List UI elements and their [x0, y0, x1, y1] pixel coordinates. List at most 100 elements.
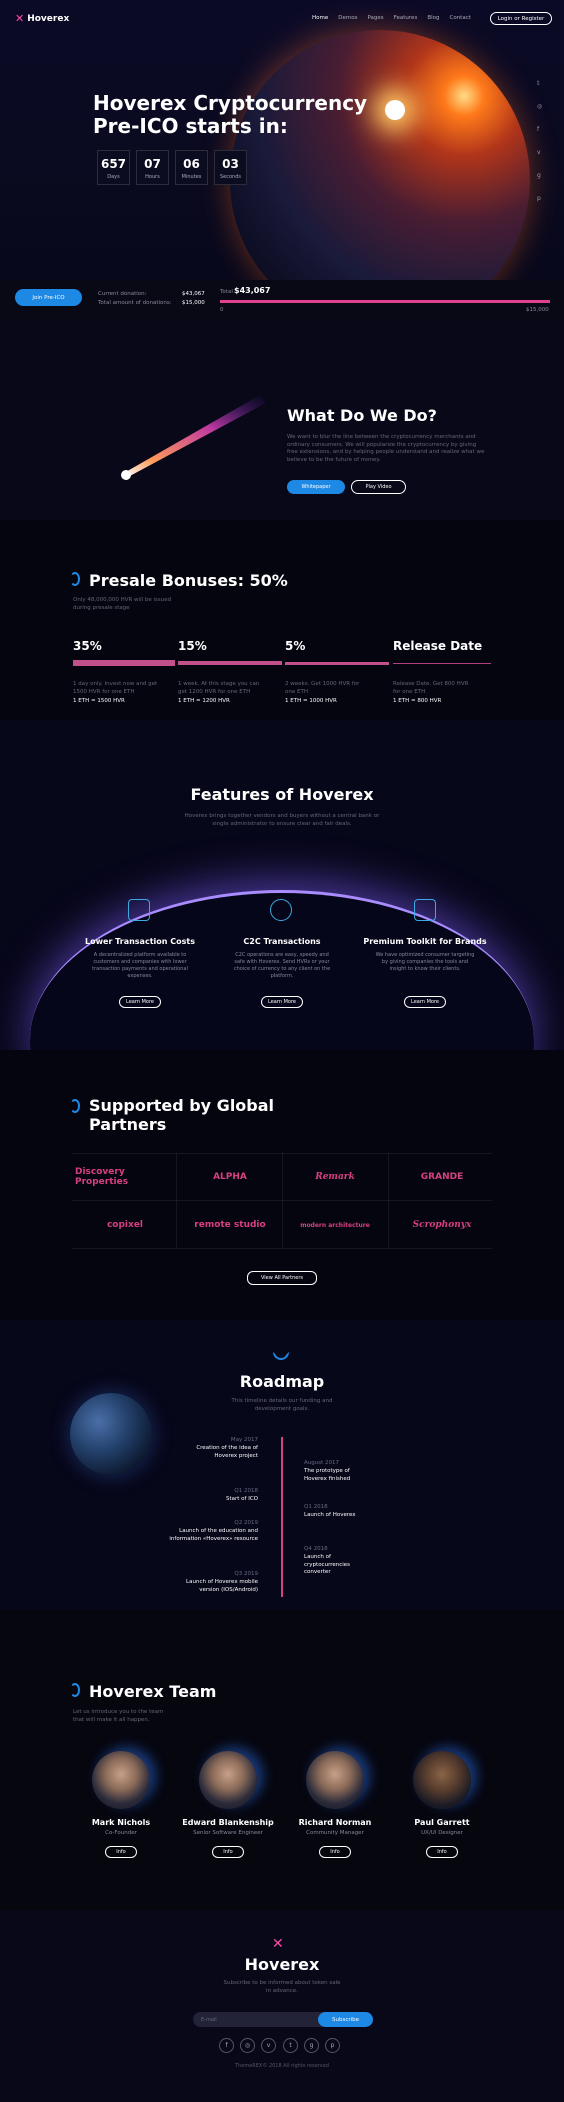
features-subtitle: Hoverex brings together vendors and buye… [184, 813, 380, 827]
twitter-icon[interactable]: t [283, 2038, 298, 2053]
team-member-name: Richard Norman [298, 1818, 372, 1827]
comet-image [121, 395, 266, 480]
avatar [306, 1751, 364, 1809]
main-nav: Home Demos Pages Features Blog Contact [312, 15, 471, 21]
instagram-icon[interactable]: ◎ [240, 2038, 255, 2053]
stage-desc: Release Date. Get 800 HVR for one ETH [393, 681, 469, 695]
presale-subtitle: Only 48,000,000 HVR will be issued durin… [73, 597, 172, 611]
stage-rate: 1 ETH = 1200 HVR [178, 698, 230, 704]
feature-text: We have optimized consumer targeting by … [375, 952, 475, 972]
nav-home[interactable]: Home [312, 15, 328, 21]
instagram-icon[interactable]: ◎ [537, 103, 542, 110]
google-plus-icon[interactable]: g [304, 2038, 319, 2053]
team-title: Hoverex Team [89, 1682, 217, 1701]
logo-icon: ✕ [15, 12, 25, 25]
whitepaper-button[interactable]: Whitepaper [287, 480, 345, 494]
stage-bar [285, 662, 389, 665]
team-info-button[interactable]: Info [426, 1846, 458, 1858]
stage-bar [73, 660, 175, 666]
section-arc-icon [70, 1683, 80, 1697]
team-member-role: Co-Founder [105, 1830, 137, 1836]
nav-pages[interactable]: Pages [367, 15, 383, 21]
roadmap-date: Q2 2019 [234, 1520, 258, 1526]
costs-icon [128, 899, 150, 921]
play-video-button[interactable]: Play Video [351, 480, 406, 494]
stage-pct: 5% [285, 639, 306, 653]
divider [176, 1153, 177, 1248]
facebook-icon[interactable]: f [537, 126, 539, 133]
partner-logo[interactable]: GRANDE [392, 1153, 492, 1201]
section-arc-icon [70, 1099, 80, 1113]
stage-rate: 1 ETH = 1000 HVR [285, 698, 337, 704]
roadmap-subtitle: This timeline details our funding and de… [231, 1398, 333, 1412]
partner-logo[interactable]: remote studio [180, 1201, 280, 1249]
countdown-value: 06 [183, 157, 200, 171]
google-plus-icon[interactable]: g [537, 172, 541, 179]
pinterest-icon[interactable]: p [325, 2038, 340, 2053]
nav-features[interactable]: Features [394, 15, 418, 21]
current-donation-value: $43,067 [182, 291, 205, 297]
countdown-value: 07 [144, 157, 161, 171]
roadmap-text: The prototype of Hoverex finished [304, 1468, 351, 1482]
partner-logo[interactable]: Remark [285, 1153, 385, 1201]
transactions-icon [270, 899, 292, 921]
roadmap-date: Q1 2018 [234, 1488, 258, 1494]
roadmap-date: August 2017 [304, 1460, 339, 1466]
stage-pct: Release Date [393, 639, 483, 653]
roadmap-text: Start of ICO [225, 1496, 258, 1502]
stage-rate: 1 ETH = 800 HVR [393, 698, 442, 704]
feature-title: Lower Transaction Costs [85, 937, 195, 946]
pinterest-icon[interactable]: p [537, 195, 541, 202]
learn-more-button[interactable]: Learn More [261, 996, 303, 1008]
countdown-seconds: 03 Seconds [214, 150, 247, 185]
twitter-icon[interactable]: 𝕥 [537, 80, 540, 87]
partner-logo[interactable]: Discovery Properties [75, 1153, 175, 1201]
logo-icon: ✕ [272, 1936, 284, 1952]
view-all-partners-button[interactable]: View All Partners [247, 1271, 317, 1285]
logo[interactable]: ✕ Hoverex [15, 12, 69, 25]
learn-more-button[interactable]: Learn More [119, 996, 161, 1008]
logo-text: Hoverex [27, 13, 70, 24]
partner-logo[interactable]: copixel [75, 1201, 175, 1249]
nav-demos[interactable]: Demos [338, 15, 357, 21]
stage-pct: 15% [178, 639, 207, 653]
footer-logo: Hoverex [244, 1955, 320, 1974]
stage-pct: 35% [73, 639, 102, 653]
team-info-button[interactable]: Info [319, 1846, 351, 1858]
feature-text: C2C operations are easy, speedy and safe… [233, 952, 331, 979]
facebook-icon[interactable]: f [219, 2038, 234, 2053]
feature-title: C2C Transactions [243, 937, 321, 946]
partners-title: Supported by Global Partners [89, 1096, 275, 1134]
team-member-name: Edward Blankenship [182, 1818, 274, 1827]
nav-contact[interactable]: Contact [449, 15, 470, 21]
countdown-value: 657 [100, 157, 127, 171]
vk-icon[interactable]: v [261, 2038, 276, 2053]
roadmap-text: Launch of Hoverex [304, 1512, 356, 1518]
team-section [0, 1610, 564, 1910]
sun-glow [385, 100, 405, 120]
vk-icon[interactable]: v [537, 149, 541, 156]
partner-logo[interactable]: modern architecture [285, 1201, 385, 1249]
partner-logo[interactable]: Scrophonyx [392, 1201, 492, 1249]
team-info-button[interactable]: Info [105, 1846, 137, 1858]
nav-blog[interactable]: Blog [427, 15, 439, 21]
stage-rate: 1 ETH = 1500 HVR [73, 698, 125, 704]
countdown-label: Minutes [181, 174, 202, 180]
login-button[interactable]: Login or Register [490, 12, 552, 25]
roadmap-text: Launch of cryptocurrencies converter [304, 1554, 351, 1575]
team-subtitle: Let us introduce you to the team that wi… [73, 1709, 164, 1723]
timeline-line [281, 1437, 283, 1597]
progress-min: 0 [220, 307, 224, 313]
planet-image [70, 1393, 152, 1475]
stage-bar [393, 663, 491, 664]
join-pre-ico-button[interactable]: Join Pre-ICO [15, 289, 82, 306]
roadmap-date: Q1 2018 [304, 1504, 328, 1510]
roadmap-text: Launch of Hoverex mobile version (IOS/An… [186, 1579, 258, 1593]
team-info-button[interactable]: Info [212, 1846, 244, 1858]
total-donation-label: Total amount of donations: [98, 300, 172, 306]
partner-logo[interactable]: ALPHA [180, 1153, 280, 1201]
stage-bar [178, 661, 282, 665]
subscribe-button[interactable]: Subscribe [318, 2012, 373, 2027]
learn-more-button[interactable]: Learn More [404, 996, 446, 1008]
raised-prefix: Total [220, 289, 233, 295]
